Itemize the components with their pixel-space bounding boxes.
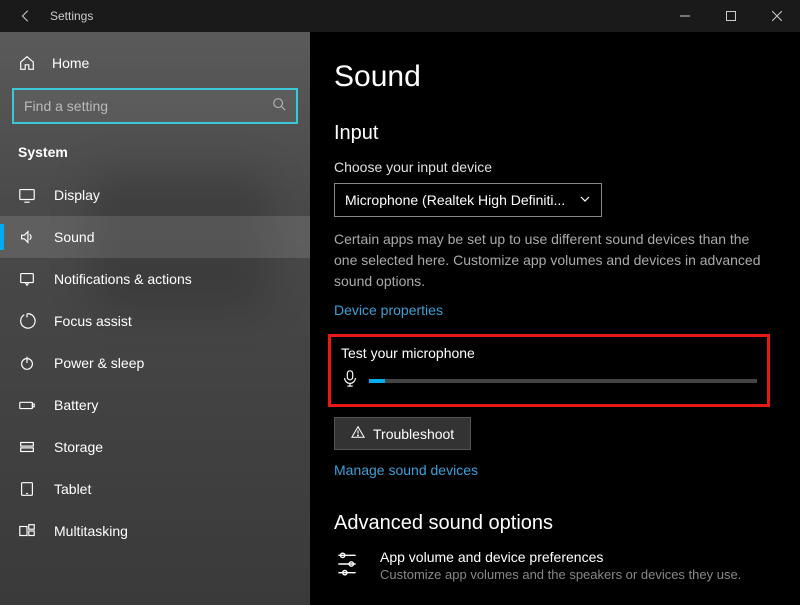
dropdown-value: Microphone (Realtek High Definiti... [345, 192, 565, 208]
app-volume-preferences[interactable]: App volume and device preferences Custom… [334, 549, 770, 582]
search-icon [272, 97, 286, 116]
sliders-icon [334, 549, 364, 582]
tablet-icon [18, 480, 36, 498]
input-device-dropdown[interactable]: Microphone (Realtek High Definiti... [334, 183, 602, 217]
multitasking-icon [18, 522, 36, 540]
mic-level-bar [369, 379, 757, 383]
choose-input-label: Choose your input device [334, 159, 770, 175]
sidebar-item-storage[interactable]: Storage [0, 426, 310, 468]
troubleshoot-button[interactable]: Troubleshoot [334, 417, 471, 450]
window-title: Settings [50, 9, 93, 23]
advanced-item-title: App volume and device preferences [380, 549, 741, 565]
warning-icon [351, 425, 365, 442]
sidebar-item-label: Focus assist [54, 313, 132, 329]
device-properties-link[interactable]: Device properties [334, 302, 443, 318]
sidebar-item-label: Display [54, 187, 100, 203]
search-input[interactable] [24, 98, 272, 114]
sidebar-item-label: Battery [54, 397, 98, 413]
test-mic-label: Test your microphone [341, 345, 757, 361]
manage-sound-devices-link[interactable]: Manage sound devices [334, 462, 478, 478]
sidebar-item-label: Notifications & actions [54, 271, 192, 287]
sidebar-item-power-sleep[interactable]: Power & sleep [0, 342, 310, 384]
advanced-item-desc: Customize app volumes and the speakers o… [380, 567, 741, 582]
display-icon [18, 186, 36, 204]
titlebar: Settings [0, 0, 800, 32]
battery-icon [18, 396, 36, 414]
window-controls [662, 0, 800, 32]
sidebar-item-display[interactable]: Display [0, 174, 310, 216]
close-button[interactable] [754, 0, 800, 32]
power-icon [18, 354, 36, 372]
troubleshoot-label: Troubleshoot [373, 426, 454, 442]
input-note: Certain apps may be set up to use differ… [334, 229, 770, 292]
main-content: Sound Input Choose your input device Mic… [310, 32, 800, 605]
sidebar-item-sound[interactable]: Sound [0, 216, 310, 258]
chevron-down-icon [579, 192, 591, 208]
nav-list: Display Sound Notifications & actions Fo… [0, 174, 310, 552]
home-label: Home [52, 55, 89, 71]
mic-level-fill [369, 379, 385, 383]
home-nav[interactable]: Home [0, 46, 310, 80]
sidebar-item-label: Power & sleep [54, 355, 144, 371]
sidebar-item-battery[interactable]: Battery [0, 384, 310, 426]
microphone-icon [341, 369, 359, 392]
page-title: Sound [334, 60, 770, 94]
input-heading: Input [334, 122, 770, 145]
storage-icon [18, 438, 36, 456]
category-heading: System [0, 138, 310, 174]
back-button[interactable] [10, 0, 42, 32]
mic-level-row [341, 369, 757, 392]
sidebar-item-label: Sound [54, 229, 94, 245]
sidebar-item-label: Tablet [54, 481, 91, 497]
home-icon [18, 54, 36, 72]
notifications-icon [18, 270, 36, 288]
sound-icon [18, 228, 36, 246]
advanced-heading: Advanced sound options [334, 512, 770, 535]
sidebar-item-notifications[interactable]: Notifications & actions [0, 258, 310, 300]
sidebar-item-multitasking[interactable]: Multitasking [0, 510, 310, 552]
test-microphone-highlight: Test your microphone [328, 334, 770, 407]
sidebar-item-label: Storage [54, 439, 103, 455]
search-box[interactable] [12, 88, 298, 124]
sidebar-item-tablet[interactable]: Tablet [0, 468, 310, 510]
sidebar-item-label: Multitasking [54, 523, 128, 539]
maximize-button[interactable] [708, 0, 754, 32]
minimize-button[interactable] [662, 0, 708, 32]
sidebar-item-focus-assist[interactable]: Focus assist [0, 300, 310, 342]
sidebar: Home System Display Sound Notifications … [0, 32, 310, 605]
focus-icon [18, 312, 36, 330]
advanced-item-text: App volume and device preferences Custom… [380, 549, 741, 582]
